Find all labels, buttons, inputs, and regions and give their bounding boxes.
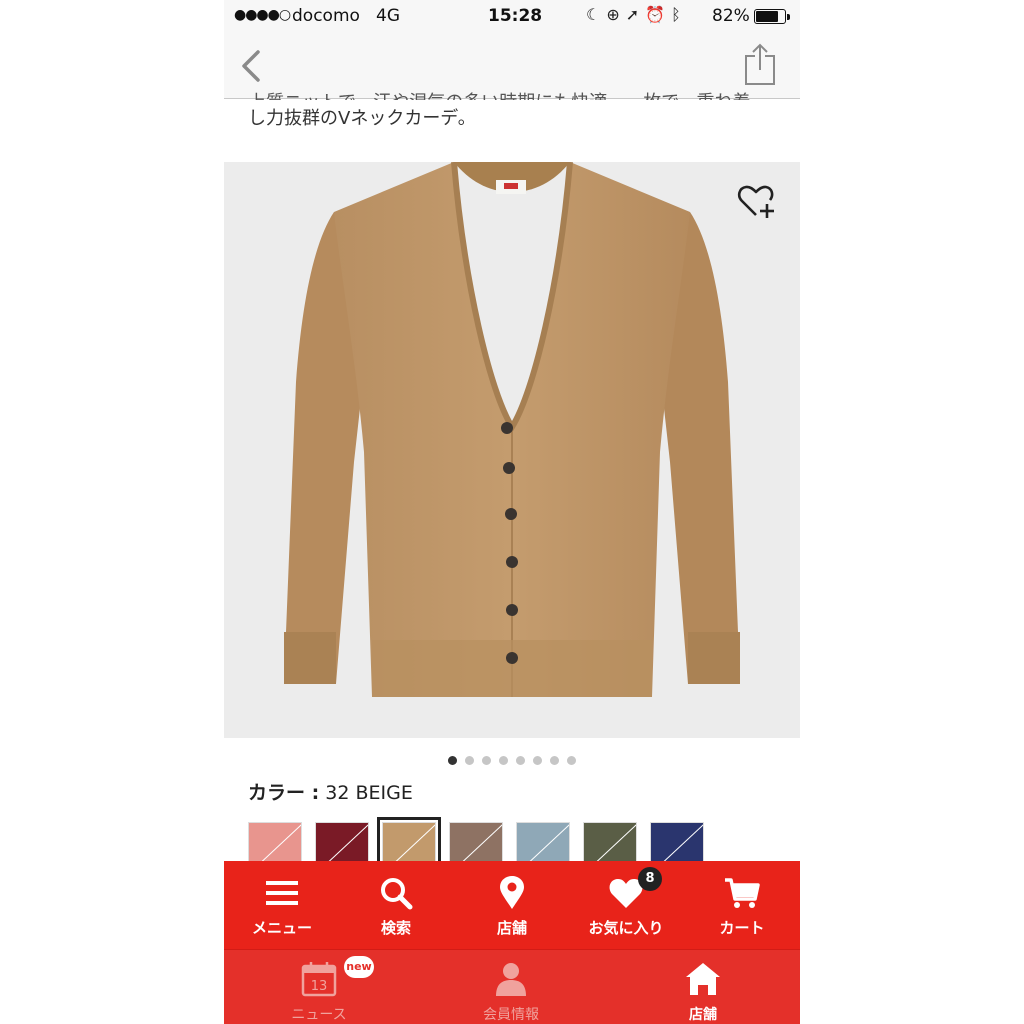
status-time: 15:28 (488, 6, 543, 26)
hamburger-icon (266, 881, 298, 905)
search-label: 検索 (380, 919, 411, 937)
menu-button[interactable]: メニュー (234, 861, 330, 949)
tab-store[interactable]: 店舗 (628, 950, 778, 1024)
carousel-dot[interactable] (465, 756, 474, 765)
calendar-day: 13 (311, 979, 328, 994)
menu-label: メニュー (251, 919, 312, 937)
back-chevron-icon[interactable] (234, 46, 274, 86)
carousel-dot[interactable] (448, 756, 457, 765)
carousel-dot[interactable] (550, 756, 559, 765)
color-selection: カラー : 32 BEIGE (248, 778, 413, 805)
new-badge: new (344, 956, 374, 978)
status-bar: ●●●●○ docomo 4G 15:28 ☾⊕➚⏰ᛒ 82% (224, 0, 800, 34)
battery-level (756, 11, 778, 22)
search-icon (381, 878, 413, 910)
favorites-count-badge: 8 (638, 867, 662, 891)
alarm-icon: ⏰ (645, 5, 672, 24)
bluetooth-icon: ᛒ (671, 5, 687, 24)
status-icons: ☾⊕➚⏰ᛒ (586, 5, 687, 24)
description-line: し力抜群のVネックカーデ。 (248, 108, 476, 129)
phone-screen: ●●●●○ docomo 4G 15:28 ☾⊕➚⏰ᛒ 82% 上質ニットで、汗… (224, 0, 800, 1024)
location-icon: ➚ (625, 5, 646, 24)
description-truncated-line: 上質ニットで、汗や湿気の多い時期にも快適。一枚で、重ね着にも。合わせ (248, 90, 768, 100)
carrier-name: docomo (292, 6, 360, 26)
carousel-indicator[interactable] (224, 750, 800, 765)
cart-button[interactable]: カート (694, 861, 790, 949)
carousel-dot[interactable] (482, 756, 491, 765)
network-type: 4G (376, 6, 400, 26)
tab-member-info[interactable]: 会員情報 (436, 950, 586, 1024)
tab-member-info-label: 会員情報 (483, 1007, 539, 1023)
carousel-dot[interactable] (567, 756, 576, 765)
cardigan-illustration (284, 161, 740, 697)
carousel-dot[interactable] (533, 756, 542, 765)
calendar-icon: 13 (301, 962, 337, 997)
cart-icon (725, 878, 760, 908)
carousel-dot[interactable] (499, 756, 508, 765)
favorites-label: お気に入り (588, 919, 664, 937)
tab-news[interactable]: 13 new ニュース (244, 950, 394, 1024)
color-label: カラー : (248, 782, 320, 804)
battery-tip (787, 14, 790, 20)
moon-icon: ☾ (586, 5, 607, 24)
battery-percentage: 82% (712, 6, 750, 26)
add-to-favorites-icon[interactable] (736, 182, 776, 222)
store-label: 店舗 (496, 919, 527, 937)
person-icon (496, 963, 526, 996)
home-icon (686, 963, 720, 995)
product-description: 上質ニットで、汗や湿気の多い時期にも快適。一枚で、重ね着にも。合わせ し力抜群の… (248, 92, 788, 132)
battery-icon (754, 9, 790, 24)
tab-bar: 13 new ニュース 会員情報 店舗 (224, 949, 800, 1024)
cart-label: カート (719, 919, 765, 937)
store-button[interactable]: 店舗 (464, 861, 560, 949)
share-icon[interactable] (740, 42, 780, 86)
location-pin-icon (500, 876, 524, 909)
color-value: 32 BEIGE (325, 782, 413, 804)
favorites-button[interactable]: 8 お気に入り (578, 861, 674, 949)
rotation-lock-icon: ⊕ (606, 5, 626, 24)
search-button[interactable]: 検索 (348, 861, 444, 949)
signal-strength: ●●●●○ (234, 7, 291, 23)
product-image[interactable] (224, 161, 800, 738)
tab-news-label: ニュース (291, 1007, 347, 1023)
bottom-menu-bar: メニュー 検索 店舗 8 お気に入り カート (224, 861, 800, 949)
carousel-dot[interactable] (516, 756, 525, 765)
tab-store-label: 店舗 (689, 1007, 717, 1023)
